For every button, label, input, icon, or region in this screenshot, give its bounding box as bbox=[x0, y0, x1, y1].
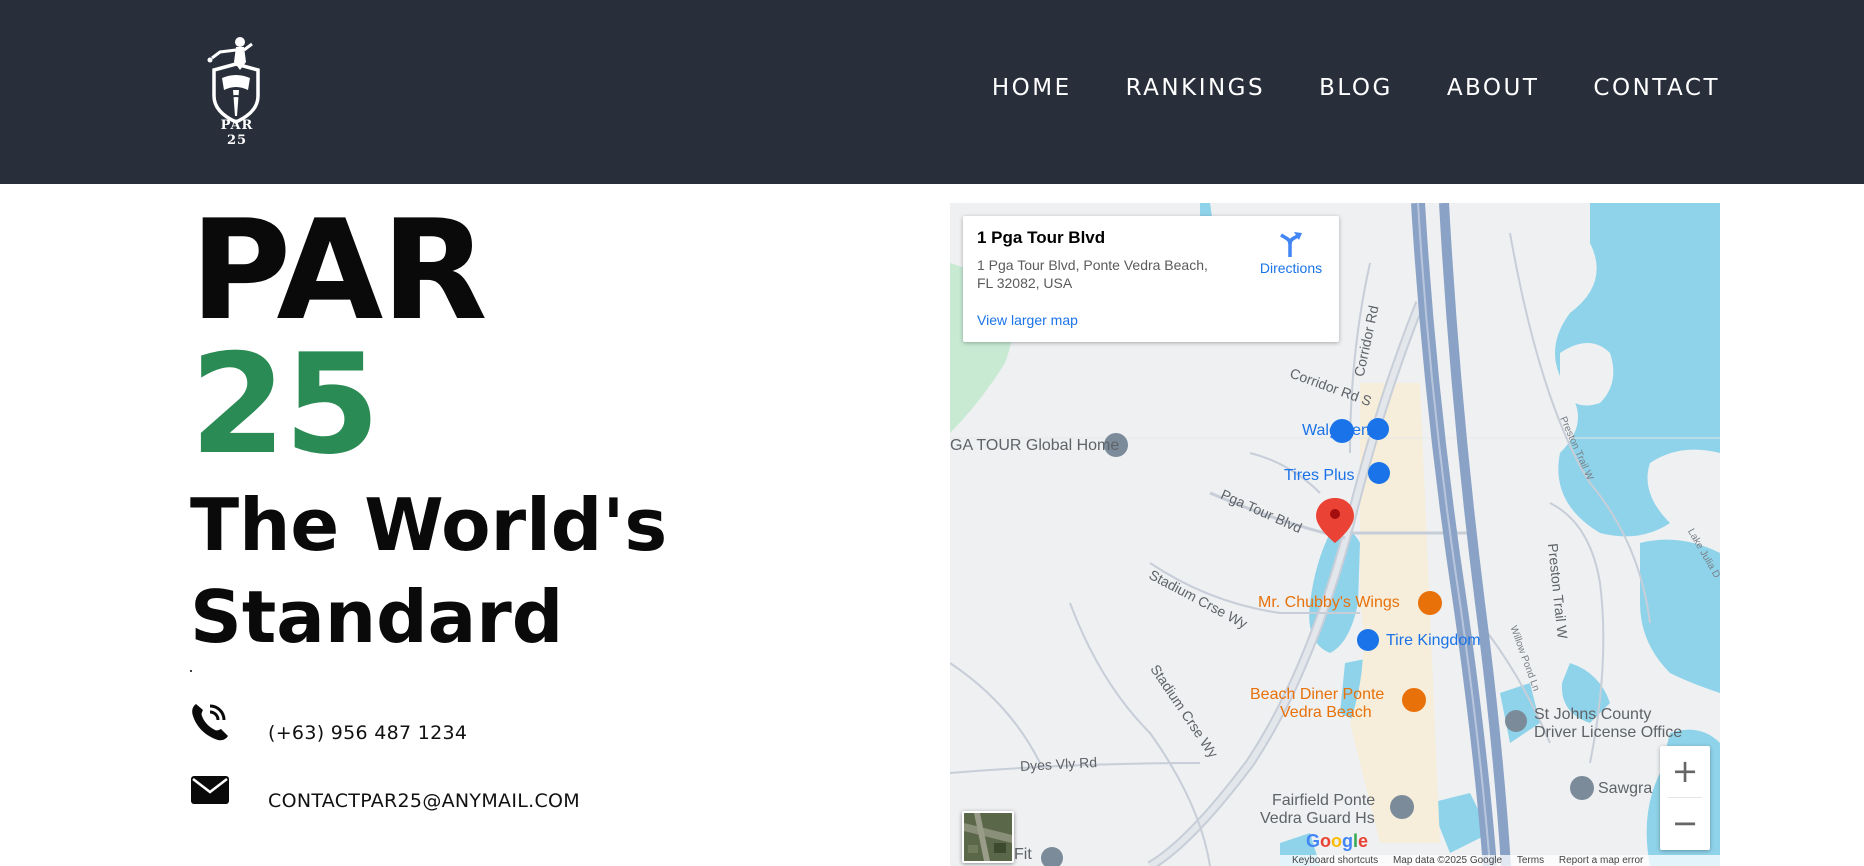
hero-title-number: 25 bbox=[190, 324, 380, 485]
map-place-mr-chubbys: Mr. Chubby's Wings bbox=[1258, 594, 1400, 611]
hero-tagline-line2: Standard bbox=[190, 575, 564, 659]
directions-button[interactable]: Directions bbox=[1251, 230, 1331, 276]
map-place-fairfield-2: Vedra Guard Hs bbox=[1260, 810, 1375, 827]
map-place-tire-kingdom: Tire Kingdom bbox=[1386, 632, 1481, 649]
directions-label: Directions bbox=[1259, 260, 1323, 276]
report-error-link[interactable]: Report a map error bbox=[1559, 855, 1643, 866]
phone-icon bbox=[192, 704, 228, 741]
map-place-tires-plus: Tires Plus bbox=[1284, 467, 1355, 484]
nav-about[interactable]: ABOUT bbox=[1447, 74, 1540, 102]
directions-icon bbox=[1280, 232, 1302, 257]
hero-tagline-line1: The World's bbox=[190, 483, 668, 567]
map-zoom-controls: + − bbox=[1660, 746, 1710, 850]
map-place-sawgrass: Sawgra bbox=[1598, 780, 1653, 797]
map-info-address: 1 Pga Tour Blvd, Ponte Vedra Beach, FL 3… bbox=[977, 257, 1208, 291]
map-place-beach-diner-2: Vedra Beach bbox=[1280, 704, 1372, 721]
map-place-fit: Fit bbox=[1014, 846, 1032, 863]
par25-logo[interactable]: PAR 25 bbox=[200, 34, 272, 148]
site-header: PAR 25 HOME RANKINGS BLOG ABOUT CONTACT bbox=[0, 0, 1864, 184]
nav-home[interactable]: HOME bbox=[992, 74, 1072, 102]
map-info-card: 1 Pga Tour Blvd 1 Pga Tour Blvd, Ponte V… bbox=[963, 216, 1339, 342]
terms-link[interactable]: Terms bbox=[1517, 855, 1544, 866]
nav-contact[interactable]: CONTACT bbox=[1593, 74, 1720, 102]
satellite-toggle[interactable] bbox=[962, 811, 1014, 863]
nav-blog[interactable]: BLOG bbox=[1319, 74, 1393, 102]
nav-rankings[interactable]: RANKINGS bbox=[1126, 74, 1265, 102]
satellite-thumbnail-icon bbox=[964, 813, 1012, 861]
map-info-title: 1 Pga Tour Blvd bbox=[977, 228, 1106, 247]
map-place-st-johns-2: Driver License Office bbox=[1534, 724, 1683, 741]
google-logo: Google bbox=[1306, 831, 1369, 851]
map-place-fairfield-1: Fairfield Ponte bbox=[1272, 792, 1376, 809]
map-footer: Keyboard shortcuts Map data ©2025 Google… bbox=[1280, 855, 1720, 866]
embedded-map[interactable]: GA TOUR Global Home Walgreens Tires Plus… bbox=[950, 203, 1720, 866]
contact-phone-text[interactable]: (+63) 956 487 1234 bbox=[268, 722, 467, 744]
view-larger-map-link[interactable]: View larger map bbox=[977, 312, 1078, 328]
map-place-st-johns-1: St Johns County bbox=[1534, 706, 1652, 723]
map-place-pga-tour: GA TOUR Global Home bbox=[950, 437, 1120, 454]
envelope-icon bbox=[191, 776, 229, 804]
map-place-walgreens: Walgreens bbox=[1302, 422, 1378, 439]
map-place-beach-diner-1: Beach Diner Ponte bbox=[1250, 686, 1385, 703]
zoom-in-button[interactable]: + bbox=[1660, 746, 1710, 796]
map-data-text: Map data ©2025 Google bbox=[1392, 855, 1503, 866]
contact-email-text[interactable]: CONTACTPAR25@ANYMAIL.COM bbox=[268, 790, 580, 812]
zoom-out-button[interactable]: − bbox=[1660, 798, 1710, 848]
keyboard-shortcuts-link[interactable]: Keyboard shortcuts bbox=[1292, 855, 1378, 866]
logo-text: PAR 25 bbox=[220, 118, 254, 148]
main-nav: HOME RANKINGS BLOG ABOUT CONTACT bbox=[992, 74, 1720, 102]
divider-dot bbox=[190, 670, 192, 672]
